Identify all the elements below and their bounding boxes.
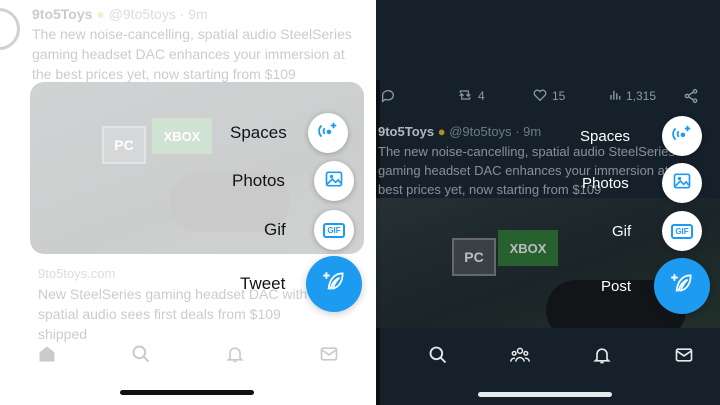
gif-button[interactable]: GIF: [662, 211, 702, 251]
media-xbox-label: XBOX: [498, 230, 558, 266]
fab-option-post[interactable]: Post: [601, 258, 710, 314]
compose-tweet-button[interactable]: [306, 256, 362, 312]
tweet-time: 9m: [523, 124, 542, 139]
gif-button[interactable]: GIF: [314, 210, 354, 250]
image-icon: [672, 171, 692, 196]
dark-theme-panel: 4 15 1,315 9to5Toys ● @9to5toys · 9m The…: [376, 0, 720, 405]
home-icon[interactable]: [35, 342, 59, 366]
communities-icon[interactable]: [508, 343, 532, 367]
tweet-header: 9to5Toys ● @9to5toys · 9m: [378, 124, 542, 139]
gif-label[interactable]: Gif: [264, 220, 314, 240]
fab-option-gif[interactable]: Gif GIF: [264, 210, 354, 250]
like-action[interactable]: 15: [532, 87, 565, 106]
compose-post-button[interactable]: [654, 258, 710, 314]
views-action[interactable]: 1,315: [608, 88, 656, 105]
verified-badge-icon: ●: [96, 6, 105, 22]
feather-plus-icon: [321, 269, 347, 300]
spaces-button[interactable]: [308, 113, 348, 153]
fab-option-gif[interactable]: Gif GIF: [612, 211, 702, 251]
spaces-label[interactable]: Spaces: [580, 128, 662, 145]
post-label[interactable]: Post: [601, 278, 654, 295]
mail-icon[interactable]: [317, 342, 341, 366]
like-count: 15: [552, 89, 566, 103]
reply-icon[interactable]: [380, 88, 396, 104]
tweet-text: The new noise-cancelling, spatial audio …: [32, 26, 352, 82]
link-card-domain: 9to5toys.com: [38, 266, 116, 281]
bottom-nav: [376, 340, 720, 370]
photos-button[interactable]: [314, 161, 354, 201]
home-indicator: [120, 390, 254, 395]
media-pc-label: PC: [452, 238, 496, 276]
fab-option-spaces[interactable]: Spaces: [230, 113, 348, 153]
heart-icon: [532, 87, 548, 106]
spaces-label[interactable]: Spaces: [230, 123, 308, 143]
tweet-action-bar: 4 15 1,315: [376, 84, 720, 108]
search-icon[interactable]: [426, 343, 450, 367]
spaces-button[interactable]: [662, 116, 702, 156]
media-pc-label: PC: [102, 126, 146, 164]
views-count: 1,315: [626, 89, 657, 103]
tweet-author[interactable]: 9to5Toys: [378, 124, 434, 139]
mail-icon[interactable]: [672, 343, 696, 367]
tweet-label[interactable]: Tweet: [240, 274, 306, 294]
tweet-author[interactable]: 9to5Toys: [32, 6, 92, 22]
image-icon: [324, 169, 344, 194]
bell-icon[interactable]: [223, 342, 247, 366]
photos-label[interactable]: Photos: [582, 175, 662, 192]
previous-tweet-area: [376, 0, 720, 80]
spaces-mic-icon: [671, 123, 693, 150]
light-theme-panel: 9to5Toys ● @9to5toys · 9m The new noise-…: [0, 0, 376, 405]
retweet-count: 4: [478, 89, 485, 103]
gif-icon: GIF: [323, 222, 345, 238]
tweet-header: 9to5Toys ● @9to5toys · 9m: [32, 6, 208, 22]
tweet-time: 9m: [188, 6, 208, 22]
media-xbox-label: XBOX: [152, 118, 212, 154]
photos-label[interactable]: Photos: [232, 171, 314, 191]
home-indicator: [478, 392, 612, 397]
share-icon[interactable]: [683, 88, 699, 104]
gif-icon: GIF: [671, 223, 693, 239]
retweet-action[interactable]: 4: [456, 87, 485, 106]
tweet-handle: @9to5toys: [449, 124, 512, 139]
avatar[interactable]: [0, 8, 20, 50]
fab-option-photos[interactable]: Photos: [232, 161, 354, 201]
search-icon[interactable]: [129, 342, 153, 366]
views-chart-icon: [608, 88, 622, 105]
bell-icon[interactable]: [590, 343, 614, 367]
gif-label[interactable]: Gif: [612, 223, 662, 240]
fab-option-spaces[interactable]: Spaces: [580, 116, 702, 156]
tweet-handle: @9to5toys: [108, 6, 176, 22]
retweet-icon: [456, 87, 474, 106]
feather-plus-icon: [669, 271, 695, 302]
photos-button[interactable]: [662, 163, 702, 203]
spaces-mic-icon: [317, 120, 339, 147]
fab-option-tweet[interactable]: Tweet: [240, 256, 362, 312]
fab-option-photos[interactable]: Photos: [582, 163, 702, 203]
bottom-nav: [0, 336, 376, 372]
faded-timeline: 9to5Toys ● @9to5toys · 9m The new noise-…: [0, 0, 376, 405]
verified-badge-icon: ●: [437, 124, 446, 139]
